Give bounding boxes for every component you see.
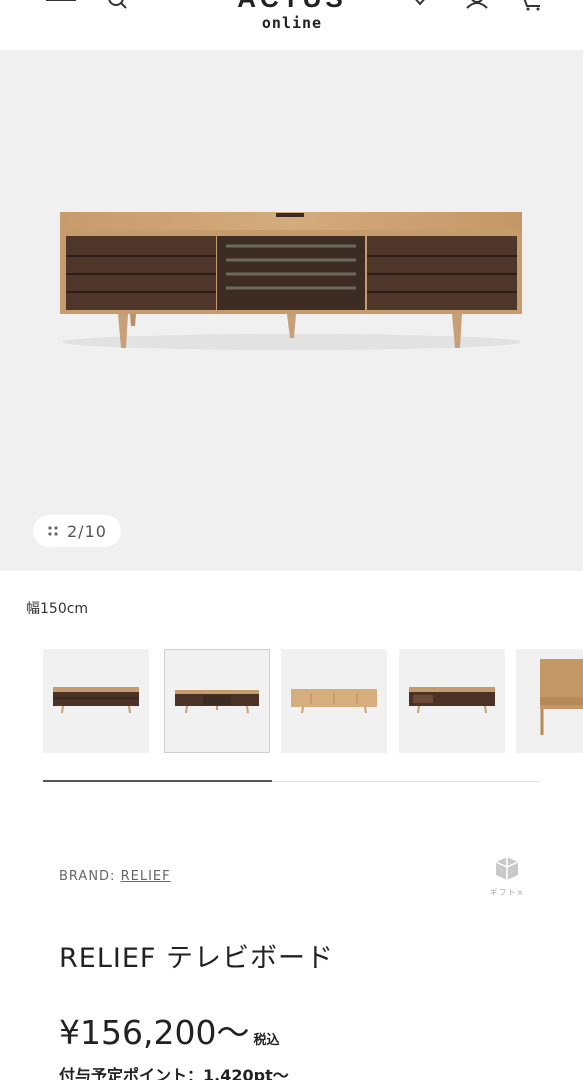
product-main-image[interactable]: 2/10 xyxy=(0,50,583,571)
points-info: 付与予定ポイント：1,420pt～ xyxy=(59,1066,289,1080)
image-counter[interactable]: 2/10 xyxy=(33,515,121,547)
brand-link[interactable]: RELIEF xyxy=(121,869,171,884)
brand-prefix: BRAND: xyxy=(59,869,116,884)
tv-board-illustration xyxy=(60,212,522,350)
site-logo[interactable]: ACTUS online xyxy=(236,0,348,32)
image-counter-text: 2/10 xyxy=(67,521,107,541)
gift-box-icon xyxy=(495,857,519,880)
product-title: RELIEF テレビボード xyxy=(59,943,334,974)
thumbnail-2[interactable] xyxy=(164,649,270,753)
cart-icon[interactable] xyxy=(518,0,548,16)
thumbnail-5[interactable] xyxy=(516,649,583,753)
variant-width-label: 幅150cm xyxy=(26,601,89,617)
logo-main-text: ACTUS xyxy=(236,0,348,12)
user-icon[interactable] xyxy=(464,0,494,16)
thumbnail-3[interactable] xyxy=(281,649,387,753)
thumbnail-4[interactable] xyxy=(399,649,505,753)
site-header: ACTUS online xyxy=(0,0,583,50)
search-icon[interactable] xyxy=(106,0,136,16)
gift-label: ギフト× xyxy=(489,888,525,897)
brand-line: BRAND: RELIEF xyxy=(59,869,171,884)
menu-icon[interactable] xyxy=(46,0,76,16)
grid-dots-icon xyxy=(48,526,58,536)
thumbnail-1[interactable] xyxy=(43,649,149,753)
logo-sub-text: online xyxy=(261,14,323,32)
price-value: ¥156,200～ xyxy=(59,1013,250,1052)
thumbnail-scroll-indicator[interactable] xyxy=(43,780,272,782)
price-tax-label: 税込 xyxy=(253,1033,280,1048)
gift-option[interactable]: ギフト× xyxy=(486,855,528,901)
product-price: ¥156,200～ 税込 xyxy=(59,1006,279,1054)
heart-icon[interactable] xyxy=(408,0,438,16)
